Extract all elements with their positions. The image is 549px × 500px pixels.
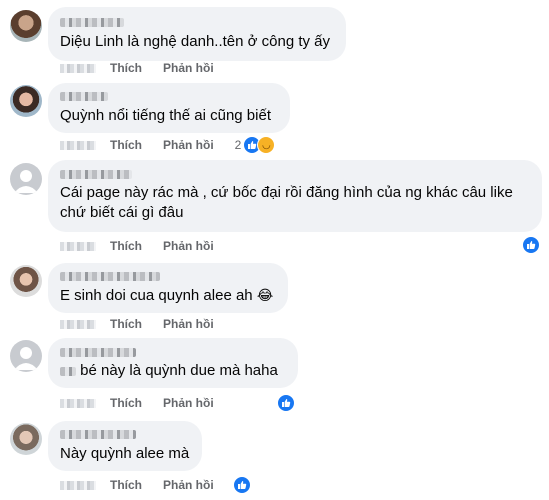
comment-text-body: bé này là quỳnh due mà haha [80, 362, 278, 379]
reply-button[interactable]: Phản hồi [163, 239, 214, 253]
reply-button[interactable]: Phản hồi [163, 478, 214, 492]
commenter-name[interactable] [60, 430, 136, 439]
like-button[interactable]: Thích [110, 61, 142, 75]
comment-actions: Thích Phản hồi [60, 60, 235, 76]
comment-bubble: E sinh doi cua quynh alee ah 😂 [48, 263, 288, 313]
comment-text: E sinh doi cua quynh alee ah 😂 [60, 286, 276, 306]
comment-bubble: Cái page này rác mà , cứ bốc đại rồi đăn… [48, 160, 542, 232]
timestamp[interactable] [60, 319, 96, 329]
comment-bubble: bé này là quỳnh due mà haha [48, 338, 298, 388]
reaction-count: 2 [234, 138, 242, 152]
reply-button[interactable]: Phản hồi [163, 61, 214, 75]
avatar[interactable] [10, 423, 42, 455]
comment-text-body: E sinh doi cua quynh alee ah [60, 287, 253, 304]
reply-button[interactable]: Phản hồi [163, 396, 214, 410]
comment-actions: Thích Phản hồi 2 ◡ [60, 136, 276, 154]
comment-actions: Thích Phản hồi [60, 395, 235, 411]
comment-bubble: Này quỳnh alee mà [48, 421, 202, 471]
like-button[interactable]: Thích [110, 478, 142, 492]
commenter-name[interactable] [60, 272, 160, 281]
reaction-summary[interactable]: 2 ◡ [235, 136, 276, 154]
default-avatar-icon [14, 347, 38, 370]
comment-actions: Thích Phản hồi [60, 238, 235, 254]
laughing-emoji-icon: 😂 [256, 288, 274, 304]
commenter-name[interactable] [60, 92, 108, 101]
comment-actions: Thích Phản hồi [60, 316, 235, 332]
default-avatar-icon [14, 170, 38, 193]
comment-text: Quỳnh nổi tiếng thế ai cũng biết [60, 107, 271, 124]
like-button[interactable]: Thích [110, 396, 142, 410]
avatar[interactable] [10, 163, 42, 195]
comment-text-line-1: Cái page này rác mà , cứ bốc đại rồi đăn… [60, 184, 513, 201]
timestamp[interactable] [60, 241, 96, 251]
like-button[interactable]: Thích [110, 138, 142, 152]
commenter-name[interactable] [60, 18, 124, 27]
like-button[interactable]: Thích [110, 317, 142, 331]
reply-button[interactable]: Phản hồi [163, 138, 214, 152]
haha-icon: ◡ [257, 136, 276, 154]
avatar[interactable] [10, 10, 42, 42]
avatar[interactable] [10, 340, 42, 372]
comment-bubble: Quỳnh nổi tiếng thế ai cũng biết [48, 83, 290, 133]
reply-button[interactable]: Phản hồi [163, 317, 214, 331]
blurred-mention [60, 366, 76, 376]
comment-text: Này quỳnh alee mà [60, 445, 190, 462]
timestamp[interactable] [60, 398, 96, 408]
commenter-name[interactable] [60, 348, 136, 357]
timestamp[interactable] [60, 140, 96, 150]
comment-text: bé này là quỳnh due mà haha [60, 361, 286, 381]
timestamp[interactable] [60, 63, 96, 73]
avatar[interactable] [10, 265, 42, 297]
comment-bubble: Diệu Linh là nghệ danh..tên ở công ty ấy [48, 7, 346, 61]
like-icon[interactable] [522, 236, 540, 254]
like-button[interactable]: Thích [110, 239, 142, 253]
comment-text-line-2: chứ biết cái gì đâu [60, 204, 184, 221]
avatar[interactable] [10, 85, 42, 117]
like-icon[interactable] [277, 394, 295, 412]
comment-actions: Thích Phản hồi [60, 476, 251, 494]
like-icon[interactable] [232, 476, 251, 494]
timestamp[interactable] [60, 480, 96, 490]
commenter-name[interactable] [60, 170, 132, 179]
comment-text: Diệu Linh là nghệ danh..tên ở công ty ấy [60, 33, 331, 50]
